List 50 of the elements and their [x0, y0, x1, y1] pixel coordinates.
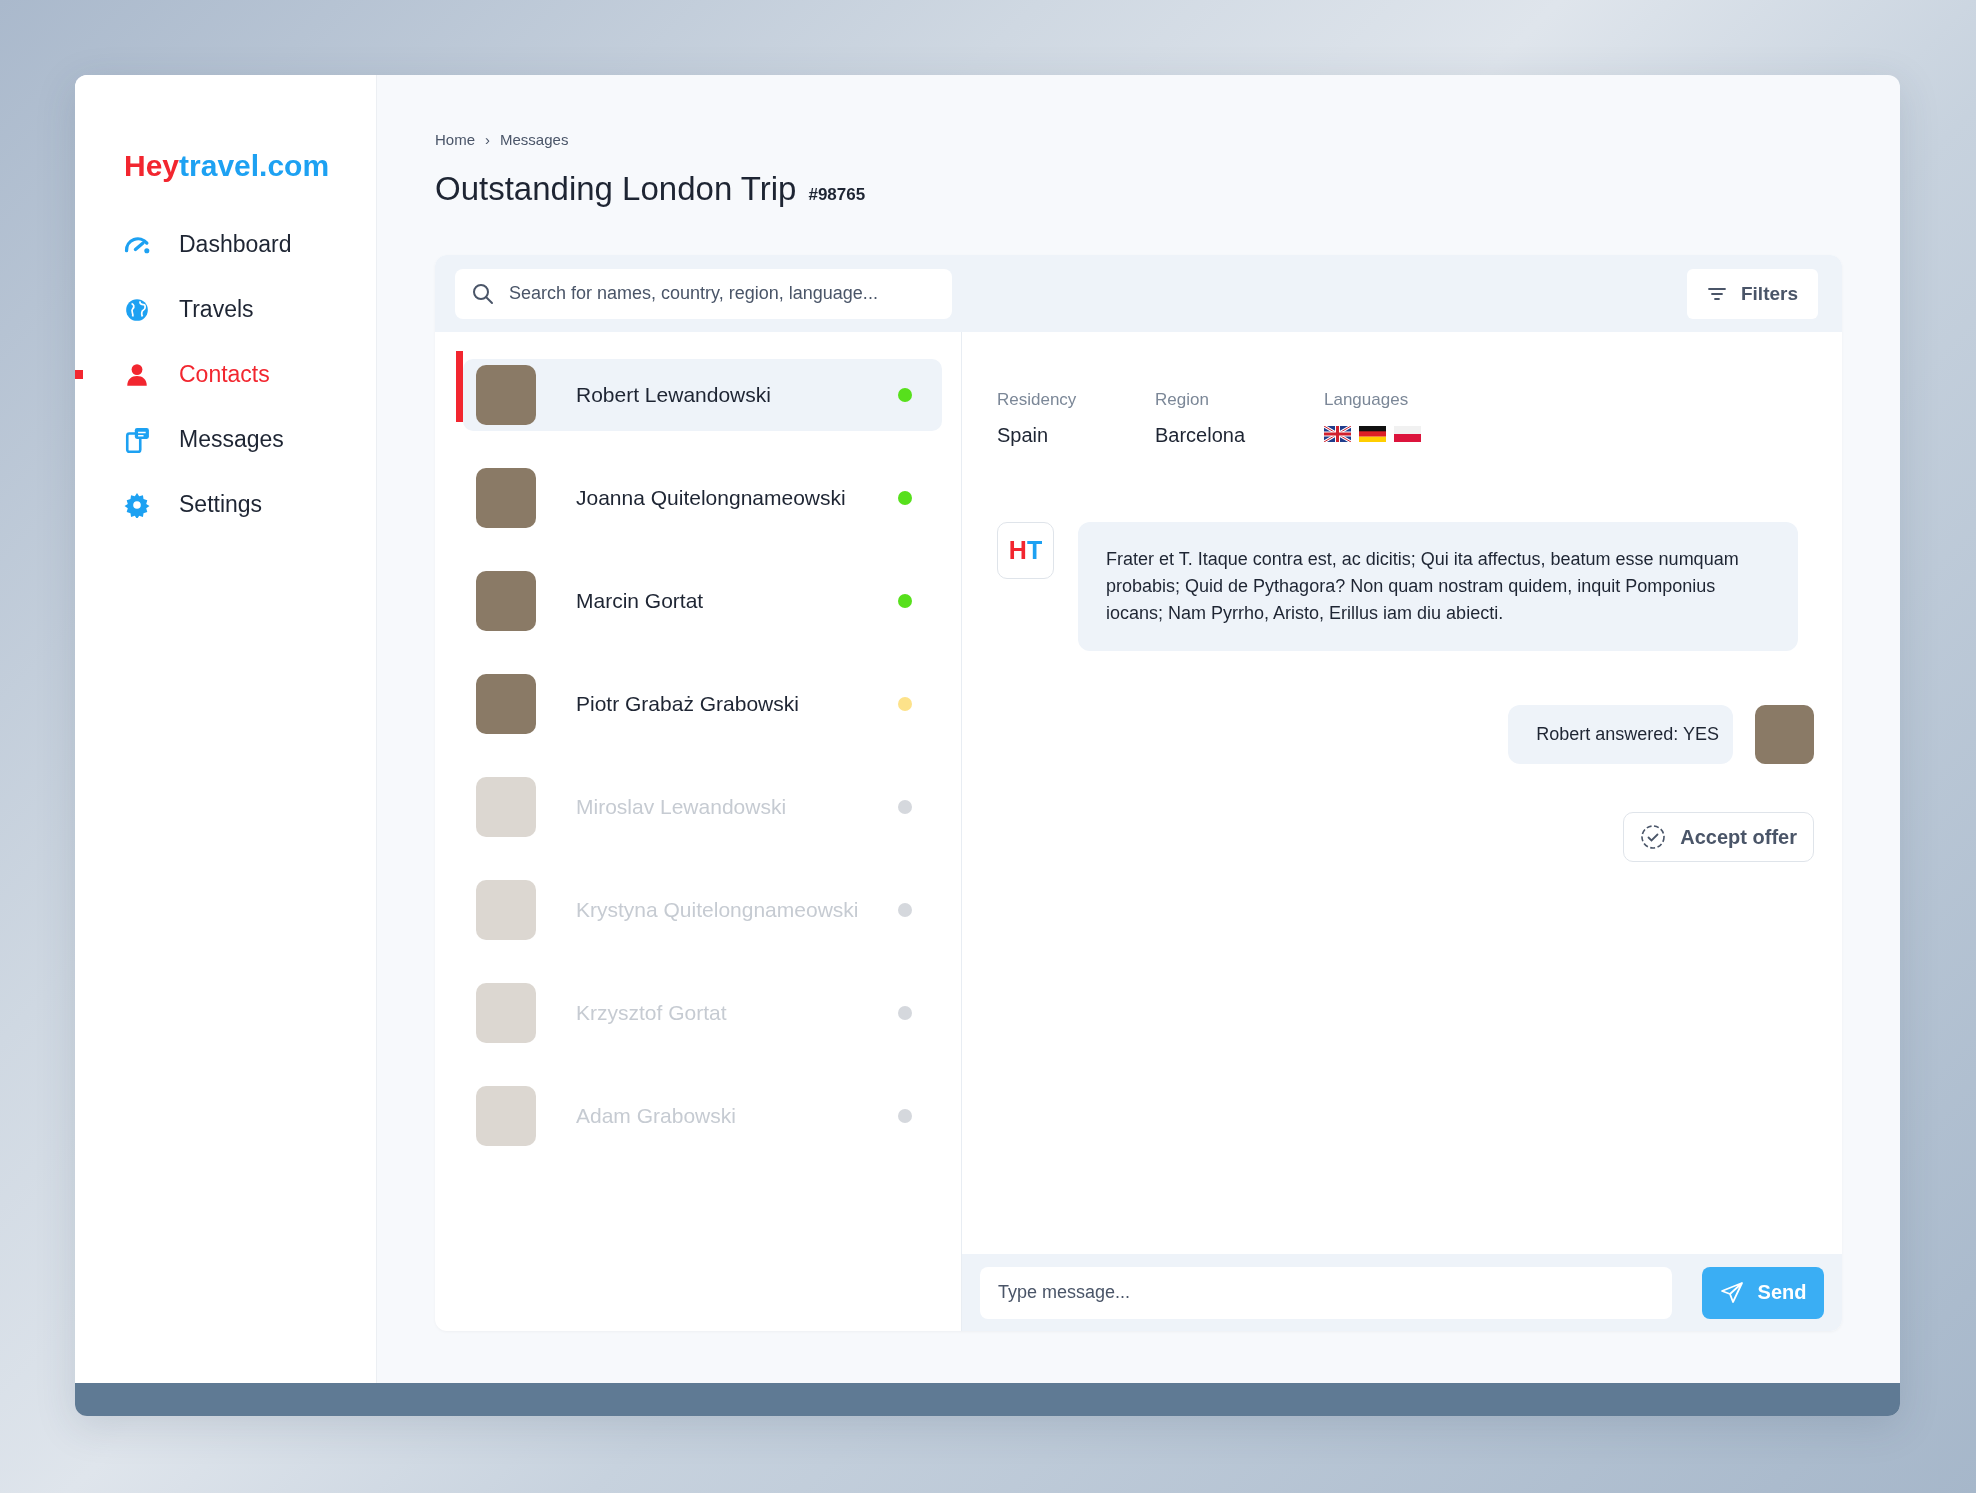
logo[interactable]: Heytravel.com: [124, 149, 330, 183]
selection-indicator: [456, 351, 463, 422]
dashboard-gauge-icon: [124, 235, 150, 254]
search-field[interactable]: Search for names, country, region, language...: [455, 268, 952, 319]
germany-flag-icon: [1359, 426, 1386, 442]
person-icon: [124, 361, 150, 388]
breadcrumb-separator: ›: [485, 131, 490, 148]
sender-badge: HT: [997, 522, 1054, 579]
message-bubble: Robert answered: YES: [1508, 705, 1733, 764]
avatar-placeholder: [476, 880, 536, 940]
avatar-placeholder: [476, 777, 536, 837]
poland-flag-icon: [1394, 426, 1421, 442]
message-input[interactable]: Type message...: [980, 1266, 1672, 1319]
avatar-placeholder: [476, 1086, 536, 1146]
avatar-placeholder: [476, 365, 536, 425]
active-marker: [75, 370, 83, 379]
accept-offer-button[interactable]: Accept offer: [1623, 812, 1814, 862]
search-icon: [471, 281, 495, 306]
message-device-icon: [124, 426, 150, 453]
nav-item[interactable]: Messages: [124, 418, 284, 461]
contact-item[interactable]: Joanna Quitelongnameowski: [463, 462, 942, 534]
nav-item[interactable]: Contacts: [124, 353, 270, 396]
contact-item[interactable]: Robert Lewandowski: [463, 359, 942, 431]
settings-icon: [124, 491, 150, 518]
contact-item[interactable]: Marcin Gortat: [463, 565, 942, 637]
trip-number: #98765: [808, 185, 866, 205]
avatar-placeholder: [476, 571, 536, 631]
detail-label: Residency: [997, 390, 1078, 410]
nav-item[interactable]: Dashboard: [124, 223, 292, 266]
page-title: Outstanding London Trip: [435, 170, 797, 208]
detail-value: Barcelona: [1155, 424, 1247, 447]
message-bubble: Frater et T. Itaque contra est, ac dicitis; Qui ita affectus, beatum esse numquam probabis; Quid de Pythagora? Non quam nostram quidem, inquit Pomponius iocans; Nam Pyrrho, Aristo, Erillus iam diu abiecti.: [1078, 522, 1798, 651]
avatar-placeholder: [1755, 705, 1814, 764]
breadcrumb-link[interactable]: Home: [435, 131, 475, 148]
detail-label: Region: [1155, 390, 1210, 410]
breadcrumb-link[interactable]: Messages: [500, 131, 569, 148]
avatar-placeholder: [476, 674, 536, 734]
nav-item[interactable]: Travels: [124, 288, 254, 331]
uk-flag-icon: [1324, 426, 1351, 442]
avatar-placeholder: [476, 468, 536, 528]
detail-label: Languages: [1324, 390, 1410, 410]
check-circle-icon: [1640, 824, 1667, 850]
nav-item[interactable]: Settings: [124, 483, 263, 526]
filter-icon: [1707, 285, 1727, 302]
send-icon: [1719, 1280, 1744, 1305]
filters-button[interactable]: Filters: [1687, 268, 1818, 319]
globe-icon: [124, 296, 150, 323]
avatar-placeholder: [476, 983, 536, 1043]
contact-item[interactable]: Piotr Grabaż Grabowski: [463, 668, 942, 740]
detail-value: Spain: [997, 424, 1050, 447]
